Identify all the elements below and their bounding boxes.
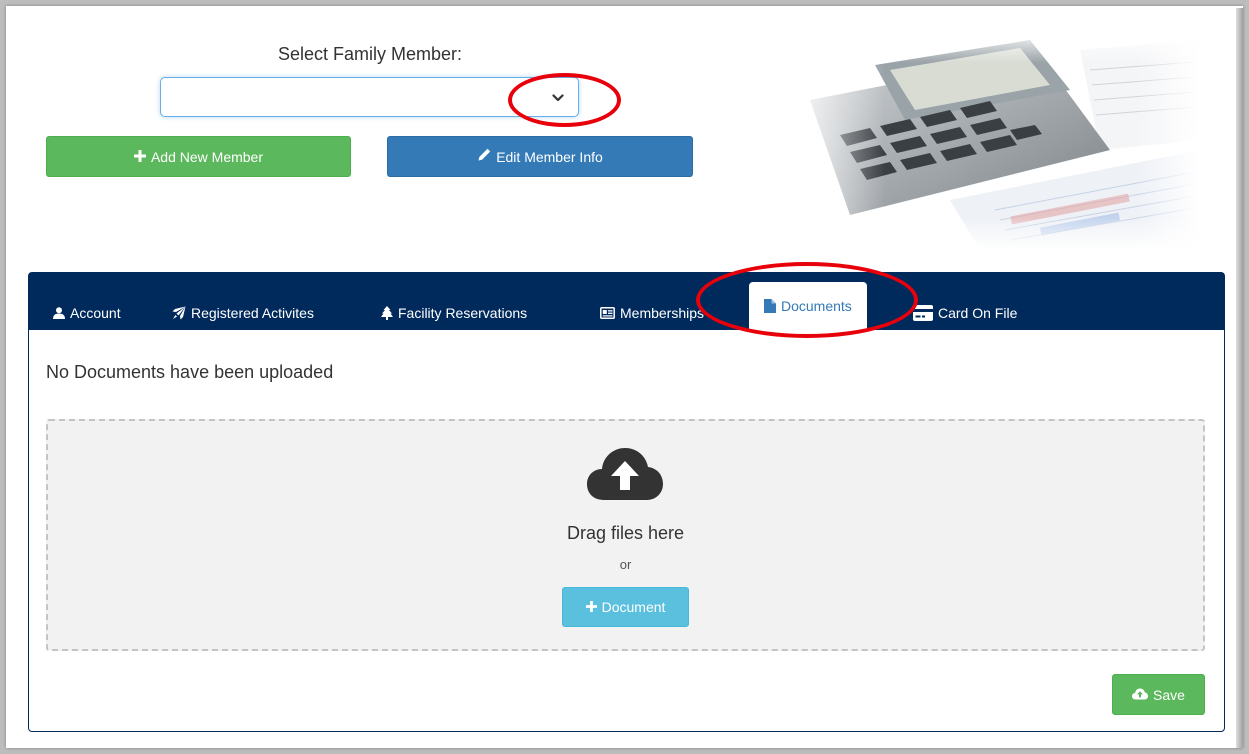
drag-files-text: Drag files here bbox=[566, 523, 685, 543]
tab-facility-reservations[interactable]: Facility Reservations bbox=[381, 295, 527, 330]
pencil-icon bbox=[477, 148, 491, 165]
frame-shadow bbox=[1236, 8, 1243, 748]
edit-member-info-label: Edit Member Info bbox=[496, 148, 603, 165]
tab-label: Documents bbox=[781, 298, 852, 314]
cloud-upload-icon bbox=[587, 447, 663, 506]
tab-label: Facility Reservations bbox=[398, 304, 528, 321]
tab-bar: Account Registered Activites Facility Re… bbox=[29, 273, 1224, 330]
tab-account[interactable]: Account bbox=[53, 295, 121, 330]
edit-member-info-button[interactable]: Edit Member Info bbox=[387, 136, 693, 177]
plus-icon bbox=[133, 149, 146, 165]
tab-label: Account bbox=[70, 304, 121, 321]
select-family-label: Select Family Member: bbox=[277, 44, 463, 64]
save-label: Save bbox=[1153, 686, 1185, 703]
save-button[interactable]: Save bbox=[1112, 674, 1205, 715]
add-new-member-label: Add New Member bbox=[150, 148, 264, 165]
add-document-label: Document bbox=[601, 599, 666, 615]
file-icon bbox=[764, 299, 776, 313]
tab-registered-activities[interactable]: Registered Activites bbox=[172, 295, 314, 330]
or-text: or bbox=[619, 557, 632, 572]
family-member-select[interactable] bbox=[160, 77, 579, 117]
chevron-down-icon[interactable] bbox=[548, 88, 568, 108]
id-card-icon bbox=[600, 306, 615, 319]
user-icon bbox=[53, 306, 65, 319]
plus-icon bbox=[585, 599, 597, 615]
tree-icon bbox=[381, 305, 393, 320]
tab-label: Memberships bbox=[620, 304, 705, 321]
add-new-member-button[interactable]: Add New Member bbox=[46, 136, 351, 177]
tab-card-on-file[interactable]: Card On File bbox=[913, 295, 1017, 330]
credit-card-icon bbox=[913, 304, 933, 321]
cloud-upload-icon bbox=[1132, 687, 1149, 703]
add-document-button[interactable]: Document bbox=[562, 587, 689, 627]
tab-label: Registered Activites bbox=[191, 304, 314, 321]
tab-memberships[interactable]: Memberships bbox=[600, 295, 704, 330]
calculator-image bbox=[780, 30, 1200, 250]
tab-label: Card On File bbox=[938, 304, 1018, 321]
tab-documents[interactable]: Documents bbox=[749, 282, 867, 330]
rocket-icon bbox=[172, 306, 186, 320]
no-documents-message: No Documents have been uploaded bbox=[46, 362, 334, 382]
